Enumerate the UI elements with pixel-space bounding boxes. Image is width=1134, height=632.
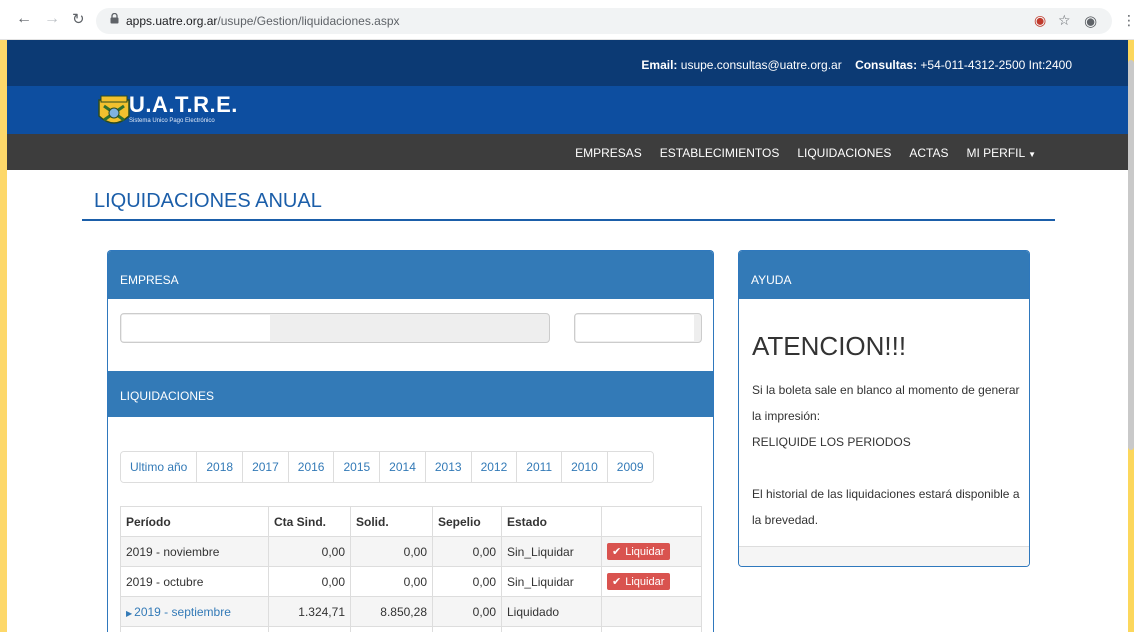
- cell-action: [601, 596, 702, 627]
- table-row: 2019 - octubre 0,00 0,00 0,00 Sin_Liquid…: [120, 566, 702, 597]
- help-footer: [739, 546, 1029, 566]
- uatre-emblem-icon[interactable]: [95, 90, 133, 130]
- year-tab-2009[interactable]: 2009: [607, 452, 653, 482]
- help-line-1: Si la boleta sale en blanco al momento d…: [752, 383, 1020, 423]
- nav-actas[interactable]: ACTAS: [909, 146, 948, 160]
- back-arrow-icon[interactable]: ←: [16, 10, 32, 28]
- col-sepelio: Sepelio: [432, 506, 502, 537]
- cell-estado: Liquidado: [501, 596, 602, 627]
- cell-cta: 0,00: [268, 566, 351, 597]
- email-label: Email:: [641, 58, 678, 72]
- contact-bar: Email: usupe.consultas@uatre.org.ar Cons…: [7, 40, 1128, 86]
- star-icon[interactable]: ☆: [1058, 12, 1071, 29]
- cell-sepelio: 0,00: [432, 536, 502, 567]
- liquidaciones-header: LIQUIDACIONES: [108, 371, 713, 417]
- reload-icon[interactable]: ↻: [72, 10, 85, 28]
- nav-mi-perfil[interactable]: MI PERFIL ▼: [967, 146, 1037, 160]
- empresa-cuit-field[interactable]: [574, 313, 702, 343]
- menu-dots-icon[interactable]: ⋮: [1122, 12, 1134, 29]
- cell-cta: 1.324,71: [268, 596, 351, 627]
- year-tabs: Ultimo año 2018 2017 2016 2015 2014 2013…: [120, 451, 654, 483]
- check-icon: ✔: [612, 546, 622, 558]
- col-action: [601, 506, 702, 537]
- consultas-value: +54-011-4312-2500 Int:2400: [920, 58, 1072, 72]
- col-cta-sind: Cta Sind.: [268, 506, 351, 537]
- cell-estado: Sin_Liquidar: [501, 536, 602, 567]
- liquidaciones-panel: EMPRESA LIQUIDACIONES Ultimo año 2018 20…: [107, 250, 714, 632]
- cell-solid: 0,00: [350, 566, 433, 597]
- extension-icon[interactable]: ◉: [1034, 12, 1046, 29]
- check-icon: ✔: [612, 576, 622, 588]
- year-tab-2012[interactable]: 2012: [471, 452, 518, 482]
- contact-info: Email: usupe.consultas@uatre.org.ar Cons…: [641, 58, 1072, 72]
- main-navbar: EMPRESAS ESTABLECIMIENTOS LIQUIDACIONES …: [7, 134, 1128, 170]
- cell-cta: 0,00: [268, 536, 351, 567]
- caret-right-icon: ▶: [126, 608, 133, 618]
- help-line-2: RELIQUIDE LOS PERIODOS: [752, 435, 911, 449]
- liquidar-button[interactable]: ✔ Liquidar: [607, 543, 671, 560]
- cell-action: ✔ Liquidar: [601, 566, 702, 597]
- brand-subtitle: Sistema Unico Pago Electrónico: [129, 118, 215, 124]
- help-title: ATENCION!!!: [752, 331, 907, 361]
- empresa-header: EMPRESA: [108, 251, 713, 299]
- year-tab-2011[interactable]: 2011: [517, 452, 563, 482]
- brand-bar: U.A.T.R.E. Sistema Unico Pago Electrónic…: [7, 86, 1128, 134]
- year-tab-2018[interactable]: 2018: [197, 452, 244, 482]
- forward-arrow-icon[interactable]: →: [44, 10, 60, 28]
- scrollbar[interactable]: [1128, 40, 1134, 632]
- col-periodo: Período: [120, 506, 269, 537]
- consultas-label: Consultas:: [855, 58, 918, 72]
- table-row: [120, 626, 702, 632]
- nav-establecimientos[interactable]: ESTABLECIMIENTOS: [660, 146, 780, 160]
- year-tab-2016[interactable]: 2016: [288, 452, 335, 482]
- year-tab-2015[interactable]: 2015: [334, 452, 381, 482]
- page-title: LIQUIDACIONES ANUAL: [94, 190, 322, 212]
- table-header-row: Período Cta Sind. Solid. Sepelio Estado: [120, 506, 702, 537]
- year-tab-2010[interactable]: 2010: [562, 452, 608, 482]
- help-line-3: El historial de las liquidaciones estará…: [752, 487, 1020, 527]
- year-tab-ultimo[interactable]: Ultimo año: [121, 452, 198, 482]
- cell-solid: 8.850,28: [350, 596, 433, 627]
- scrollbar-thumb[interactable]: [1128, 60, 1134, 450]
- cell-sepelio: 0,00: [432, 566, 502, 597]
- browser-toolbar: ← → ↻ apps.uatre.org.ar/usupe/Gestion/li…: [0, 0, 1134, 40]
- cell-periodo[interactable]: ▶ 2019 - septiembre: [120, 596, 269, 627]
- help-body: Si la boleta sale en blanco al momento d…: [752, 377, 1022, 533]
- table-row: ▶ 2019 - septiembre 1.324,71 8.850,28 0,0…: [120, 596, 702, 627]
- nav-empresas[interactable]: EMPRESAS: [575, 146, 642, 160]
- caret-down-icon: ▼: [1028, 150, 1036, 159]
- title-divider: [82, 219, 1055, 221]
- col-solid: Solid.: [350, 506, 433, 537]
- ayuda-panel: AYUDA ATENCION!!! Si la boleta sale en b…: [738, 250, 1030, 567]
- cell-periodo: 2019 - noviembre: [120, 536, 269, 567]
- cell-action: ✔ Liquidar: [601, 536, 702, 567]
- nav-liquidaciones[interactable]: LIQUIDACIONES: [797, 146, 891, 160]
- year-tab-2013[interactable]: 2013: [425, 452, 472, 482]
- cell-periodo: 2019 - octubre: [120, 566, 269, 597]
- url-text[interactable]: apps.uatre.org.ar/usupe/Gestion/liquidac…: [126, 14, 400, 28]
- cell-solid: 0,00: [350, 536, 433, 567]
- brand-name[interactable]: U.A.T.R.E.: [129, 92, 238, 118]
- lock-icon: [110, 13, 119, 24]
- ayuda-header: AYUDA: [739, 251, 1029, 299]
- left-stripe: [0, 40, 7, 632]
- cell-estado: Sin_Liquidar: [501, 566, 602, 597]
- year-tab-2014[interactable]: 2014: [380, 452, 426, 482]
- email-value: usupe.consultas@uatre.org.ar: [680, 58, 842, 72]
- year-tab-2017[interactable]: 2017: [243, 452, 289, 482]
- empresa-name-field[interactable]: [120, 313, 550, 343]
- col-estado: Estado: [501, 506, 602, 537]
- account-icon[interactable]: ◉: [1084, 12, 1097, 30]
- liquidar-button[interactable]: ✔ Liquidar: [607, 573, 671, 590]
- liquidaciones-table: Período Cta Sind. Solid. Sepelio Estado …: [120, 506, 702, 632]
- table-row: 2019 - noviembre 0,00 0,00 0,00 Sin_Liqu…: [120, 536, 702, 567]
- cell-sepelio: 0,00: [432, 596, 502, 627]
